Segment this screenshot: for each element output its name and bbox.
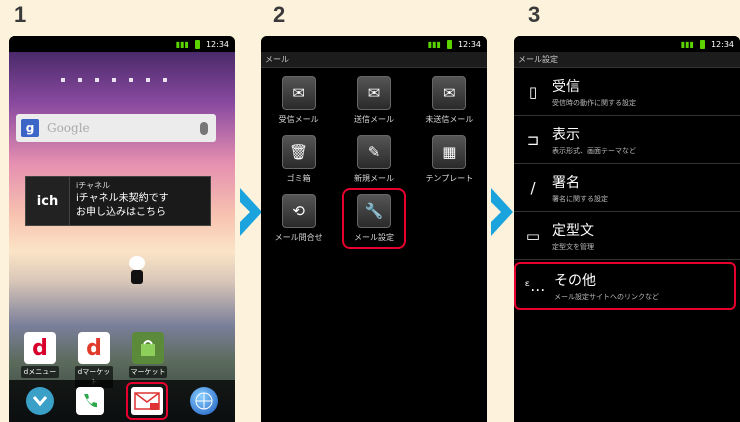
menu-label: メール設定 (353, 233, 394, 242)
setting-title: 表示 (552, 126, 580, 143)
market-icon (132, 332, 164, 364)
mic-icon[interactable] (200, 121, 208, 135)
ichannel-title: iチャネル (76, 181, 111, 190)
screen-title: メール (261, 52, 487, 68)
setting-title: 署名 (552, 174, 580, 191)
menu-label: メール問合せ (274, 233, 323, 242)
mail-icon[interactable] (131, 387, 163, 415)
google-search-widget[interactable]: g Google (16, 114, 216, 142)
signature-icon: / (530, 178, 536, 197)
setting-subtitle: メール設定サイトへのリンクなど (554, 293, 659, 301)
mail-inquiry-icon: ⟲ (281, 194, 316, 228)
page-indicator (61, 78, 167, 82)
menu-outbox[interactable]: ✉ 送信メール (336, 76, 411, 125)
step-number-2: 2 (273, 2, 286, 27)
setting-subtitle: 表示形式、画面テーマなど (552, 146, 636, 155)
menu-mail-inquiry[interactable]: ⟲ メール問合せ (261, 194, 336, 249)
dock (9, 380, 235, 422)
mail-settings-icon: 🔧 (356, 194, 391, 228)
ichannel-widget[interactable]: ich iチャネル iチャネル未契約です お申し込みはこちら (25, 176, 211, 226)
trash-icon: 🗑 (281, 135, 316, 169)
menu-label: 送信メール (353, 115, 394, 124)
setting-title: 受信 (552, 78, 580, 95)
dmenu-icon: d (24, 332, 56, 364)
menu-label: ゴミ箱 (286, 174, 311, 183)
search-placeholder: Google (47, 121, 90, 135)
globe-icon[interactable] (190, 387, 218, 415)
arrow-right-icon (491, 188, 513, 236)
phone-mail-settings: ▮▮▮ 12:34 メール設定 ▯ 受信 受信時の動作に関する設定 ⊐ 表示 表… (514, 36, 740, 422)
inbox-icon: ✉ (281, 76, 316, 110)
ichannel-logo: ich (26, 177, 70, 225)
setting-title: 定型文 (552, 222, 594, 239)
menu-label: 受信メール (278, 115, 319, 124)
status-time: 12:34 (205, 39, 229, 49)
phone-mail-menu: ▮▮▮ 12:34 メール ✉ 受信メール ✉ 送信メール ✉ 未送信メール 🗑… (261, 36, 487, 422)
menu-inbox[interactable]: ✉ 受信メール (261, 76, 336, 125)
home-wallpaper: g Google ich iチャネル iチャネル未契約です お申し込みはこちら … (9, 52, 235, 422)
other-icon: ᵋ… (524, 277, 546, 295)
status-time: 12:34 (710, 39, 734, 49)
phone-icon[interactable] (76, 387, 104, 415)
setting-other[interactable]: ᵋ… その他 メール設定サイトへのリンクなど (514, 262, 736, 310)
battery-icon (699, 39, 705, 49)
template-text-icon: ▭ (525, 226, 541, 245)
mail-app-highlight[interactable] (126, 382, 168, 420)
app-label: マーケット (129, 366, 167, 378)
chevron-down-icon[interactable] (26, 387, 54, 415)
status-bar: ▮▮▮ 12:34 (261, 36, 487, 52)
setting-display[interactable]: ⊐ 表示 表示形式、画面テーマなど (514, 116, 740, 164)
status-time: 12:34 (457, 39, 481, 49)
menu-mail-settings[interactable]: 🔧 メール設定 (342, 188, 406, 249)
outbox-icon: ✉ (356, 76, 391, 110)
screen-title: メール設定 (514, 52, 740, 68)
setting-subtitle: 定型文を管理 (552, 242, 594, 251)
battery-icon (194, 39, 200, 49)
status-bar: ▮▮▮ 12:34 (9, 36, 235, 52)
menu-label: 未送信メール (425, 115, 474, 124)
menu-unsent[interactable]: ✉ 未送信メール (412, 76, 487, 125)
dmarket-icon: d (78, 332, 110, 364)
unsent-icon: ✉ (432, 76, 467, 110)
setting-subtitle: 署名に関する設定 (552, 194, 608, 203)
signal-icon: ▮▮▮ (427, 39, 441, 49)
setting-signature[interactable]: / 署名 署名に関する設定 (514, 164, 740, 212)
setting-receive[interactable]: ▯ 受信 受信時の動作に関する設定 (514, 68, 740, 116)
menu-label: 新規メール (353, 174, 394, 183)
display-icon: ⊐ (526, 130, 540, 149)
mascot-image (129, 256, 147, 286)
phone-home-screen: ▮▮▮ 12:34 g Google ich iチャネル iチャネル未契約です … (9, 36, 235, 422)
ichannel-message-line2: お申し込みはこちら (76, 207, 166, 218)
ichannel-message-line1: iチャネル未契約です (76, 193, 169, 204)
step-number-3: 3 (528, 2, 541, 27)
template-icon: ▦ (432, 135, 467, 169)
step-number-1: 1 (14, 2, 27, 27)
menu-compose[interactable]: ✎ 新規メール (336, 135, 411, 184)
compose-icon: ✎ (356, 135, 391, 169)
menu-template[interactable]: ▦ テンプレート (412, 135, 487, 184)
signal-icon: ▮▮▮ (680, 39, 694, 49)
receive-icon: ▯ (528, 82, 538, 101)
app-label: dメニュー (21, 366, 59, 378)
signal-icon: ▮▮▮ (175, 39, 189, 49)
menu-label: テンプレート (425, 174, 474, 183)
setting-subtitle: 受信時の動作に関する設定 (552, 98, 636, 107)
status-bar: ▮▮▮ 12:34 (514, 36, 740, 52)
setting-template-text[interactable]: ▭ 定型文 定型文を管理 (514, 212, 740, 260)
setting-title: その他 (554, 273, 596, 289)
battery-icon (446, 39, 452, 49)
menu-trash[interactable]: 🗑 ゴミ箱 (261, 135, 336, 184)
google-logo-icon: g (21, 119, 39, 137)
